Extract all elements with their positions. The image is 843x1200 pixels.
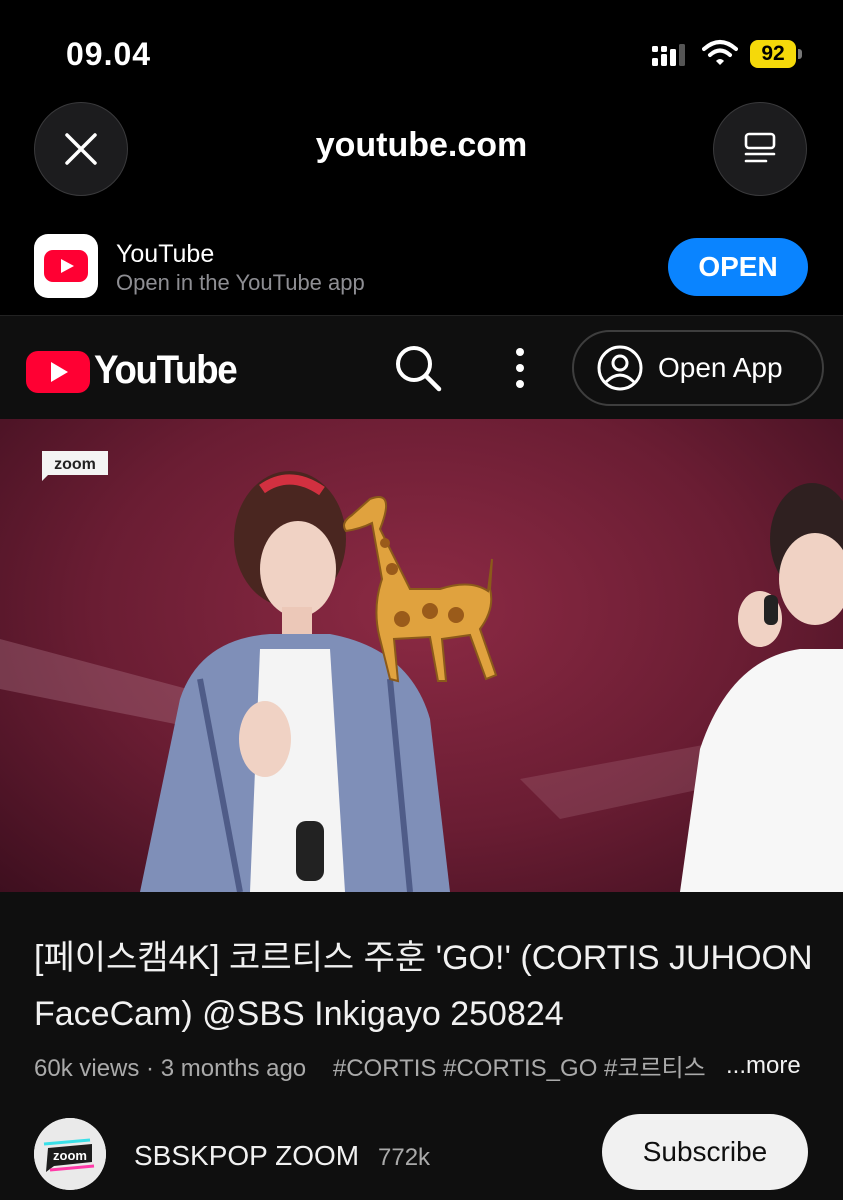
status-time: 09.04 [66,36,152,72]
youtube-play-icon [44,250,88,282]
cellular-signal-icon [652,44,685,66]
view-count: 60k views [34,1055,140,1082]
more-options-icon[interactable] [504,344,536,392]
status-bar: 09.04 92 [0,0,843,100]
youtube-logo[interactable]: YouTube [26,348,249,393]
youtube-app-icon [34,234,98,298]
youtube-logo-text: YouTube [94,348,238,392]
svg-text:zoom: zoom [54,456,96,473]
subscriber-count: 772k [378,1144,431,1171]
video-title[interactable]: [페이스캠4K] 코르티스 주훈 'GO!' (CORTIS JUHOON Fa… [34,930,814,1042]
video-info: [페이스캠4K] 코르티스 주훈 'GO!' (CORTIS JUHOON Fa… [0,892,843,1200]
more-link[interactable]: ...more [726,1052,801,1080]
app-banner: YouTube Open in the YouTube app OPEN [0,214,843,314]
meta-gap [313,1055,326,1082]
wifi-icon [702,40,738,65]
channel-avatar[interactable]: zoom [34,1118,106,1190]
video-meta[interactable]: 60k views · 3 months ago #CORTIS #CORTIS… [34,1048,724,1083]
reader-mode-icon [744,132,776,163]
youtube-logo-icon [26,350,90,393]
hashtags: #CORTIS #CORTIS_GO #코르티스 [332,1055,706,1082]
app-banner-subtitle: Open in the YouTube app [116,270,365,295]
svg-text:zoom: zoom [53,1148,87,1163]
browser-header: youtube.com [0,100,843,200]
battery-tip [798,49,802,59]
channel-avatar-image: zoom [34,1118,106,1190]
app-banner-title: YouTube [116,240,215,268]
reader-mode-button[interactable] [713,102,807,196]
open-app-label: Open App [658,352,783,383]
screen: 09.04 92 youtube.com YouTube Open in the… [0,0,843,1200]
youtube-header: YouTube Open App [0,315,843,420]
account-icon [597,345,643,391]
open-app-store-button[interactable]: OPEN [668,238,808,296]
video-frame [0,471,843,892]
meta-separator: · [146,1055,161,1082]
open-app-button[interactable]: Open App [572,330,824,406]
video-player[interactable]: zoom [0,419,843,892]
zoom-watermark-logo: zoom [42,451,108,481]
subscribe-button[interactable]: Subscribe [602,1114,808,1190]
search-icon[interactable] [392,342,444,394]
battery-level: 92 [750,40,796,68]
battery-indicator: 92 [750,40,802,68]
upload-age: 3 months ago [160,1055,307,1082]
channel-name[interactable]: SBSKPOP ZOOM [134,1140,359,1172]
